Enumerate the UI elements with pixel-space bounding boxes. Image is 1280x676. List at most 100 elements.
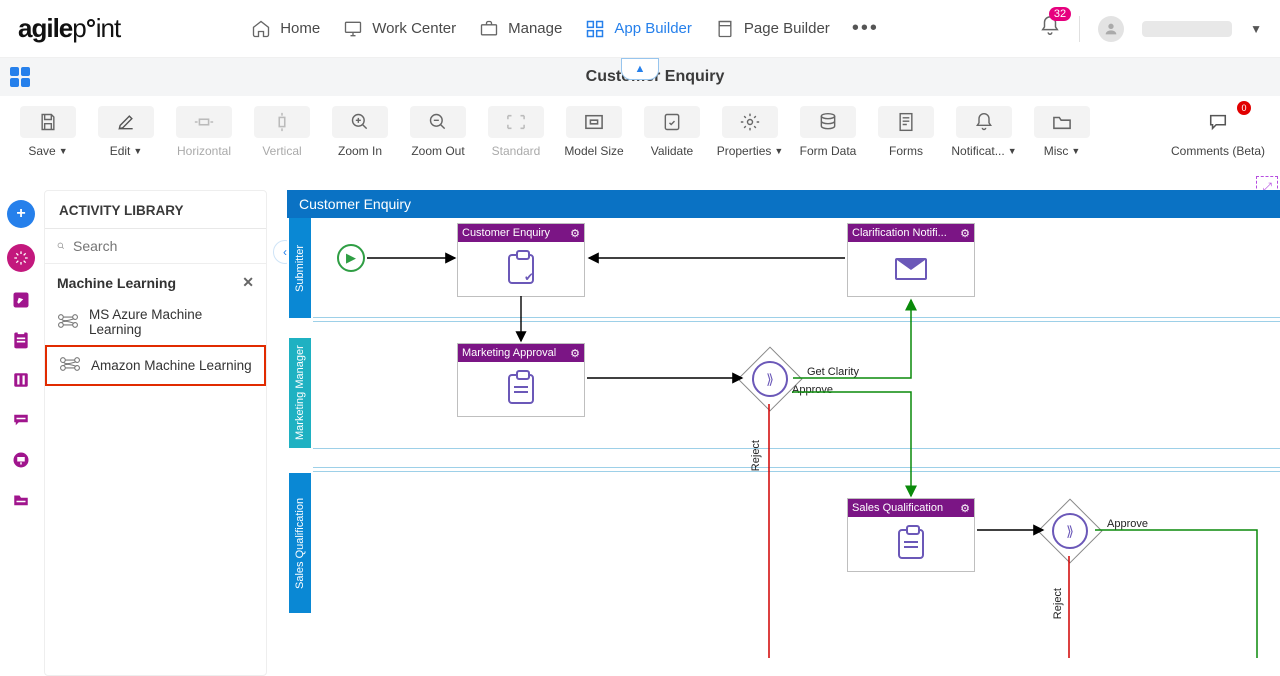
chevron-down-icon: ▼ [59,146,68,156]
swimlane-marketing[interactable]: Marketing Manager [289,338,311,448]
database-icon [818,112,838,132]
process-title-bar: Customer Enquiry [287,190,1280,218]
chevron-down-icon: ▼ [1071,146,1080,156]
gear-icon[interactable]: ⚙ [570,227,580,240]
logo-dot-icon [87,19,95,27]
clipboard-lines-icon [508,374,534,404]
swimlane-sales[interactable]: Sales Qualification [289,473,311,613]
apps-grid-button[interactable] [10,67,30,87]
nav-more-button[interactable]: ••• [852,17,879,40]
misc-button[interactable]: Misc▼ [1028,106,1096,158]
gear-icon [740,112,760,132]
bell-icon [974,112,994,132]
edit-button[interactable]: Edit▼ [92,106,160,158]
nav-page-builder-label: Page Builder [744,20,830,37]
process-title: Customer Enquiry [299,196,411,212]
forms-button[interactable]: Forms [872,106,940,158]
chevron-down-icon: ▼ [133,146,142,156]
library-item-label: MS Azure Machine Learning [89,307,256,337]
model-size-button[interactable]: Model Size [560,106,628,158]
nav-work-center[interactable]: Work Center [342,19,456,39]
save-button[interactable]: Save▼ [14,106,82,158]
sparkle-icon [13,250,29,266]
nav-work-center-label: Work Center [372,20,456,37]
gateway-sales-decision[interactable]: ⟫ [1037,498,1102,563]
folder-icon [1051,113,1073,131]
task-clarification-notification[interactable]: Clarification Notifi... ⚙ [847,223,975,297]
notifications-badge: 32 [1049,7,1071,21]
activity-search[interactable] [45,229,266,264]
library-group-header: Machine Learning ✕ [45,264,266,299]
edge-label-reject2: Reject [1052,588,1064,619]
horizontal-button[interactable]: Horizontal [170,106,238,158]
edge-label-approve: Approve [792,384,833,396]
nav-app-builder-label: App Builder [614,20,692,37]
form-icon [897,112,915,132]
activity-library-panel: ACTIVITY LIBRARY Machine Learning ✕ MS A… [44,190,267,676]
task-customer-enquiry[interactable]: Customer Enquiry ⚙ ✔ [457,223,585,297]
zoom-out-icon [428,112,448,132]
task-title: Customer Enquiry [462,227,550,239]
chevron-down-icon: ▼ [1008,146,1017,156]
align-vertical-icon [275,111,289,133]
nav-manage[interactable]: Manage [478,19,562,39]
chat-icon [1207,112,1229,132]
envelope-icon [895,258,927,280]
logo: agilepint [18,13,120,44]
rail-selected-item[interactable] [7,244,35,272]
vertical-button[interactable]: Vertical [248,106,316,158]
activity-search-input[interactable] [73,238,254,254]
notifications-tool-button[interactable]: Notificat...▼ [950,106,1018,158]
gateway-marketing-decision[interactable]: ⟫ [737,346,802,411]
task-marketing-approval[interactable]: Marketing Approval ⚙ [457,343,585,417]
standard-button[interactable]: Standard [482,106,550,158]
properties-button[interactable]: Properties▼ [716,106,784,158]
align-horizontal-icon [193,115,215,129]
collapse-toolbar-button[interactable]: ▲ [621,58,659,80]
add-activity-button[interactable]: + [7,200,35,228]
swimlane-submitter[interactable]: Submitter [289,218,311,318]
rail-chat-button[interactable] [9,408,33,432]
xor-icon: ⟫ [766,371,774,388]
nav-page-builder[interactable]: Page Builder [714,19,830,39]
library-item-label: Amazon Machine Learning [91,358,252,373]
task-title: Clarification Notifi... [852,227,947,239]
nav-app-builder[interactable]: App Builder [584,19,692,39]
nav-home[interactable]: Home [250,19,320,39]
fit-standard-icon [505,113,527,131]
task-sales-qualification[interactable]: Sales Qualification⚙ [847,498,975,572]
zoom-out-button[interactable]: Zoom Out [404,106,472,158]
zoom-in-icon [350,112,370,132]
user-name-placeholder [1142,21,1232,37]
rail-edit-button[interactable] [9,288,33,312]
rail-columns-button[interactable] [9,368,33,392]
library-item-amazon-ml[interactable]: Amazon Machine Learning [45,345,266,386]
process-canvas[interactable]: ‹ ⤢ Customer Enquiry Submitter Marketing… [287,190,1280,676]
comments-button[interactable]: 0 Comments (Beta) [1170,106,1266,158]
validate-button[interactable]: Validate [638,106,706,158]
start-event[interactable]: ▶ [337,244,365,272]
library-item-azure-ml[interactable]: MS Azure Machine Learning [45,299,266,345]
edge-label-get-clarity: Get Clarity [807,366,859,378]
chevron-down-icon: ▼ [774,146,783,156]
user-menu-chevron-icon[interactable]: ▼ [1250,22,1262,36]
notifications-button[interactable]: 32 [1039,15,1061,42]
ml-icon [59,355,81,376]
top-nav: agilepint Home Work Center Manage App Bu… [0,0,1280,58]
folder-icon [12,492,30,508]
form-data-button[interactable]: Form Data [794,106,862,158]
task-title: Marketing Approval [462,347,556,359]
zoom-in-button[interactable]: Zoom In [326,106,394,158]
validate-icon [662,112,682,132]
rail-folder-button[interactable] [9,488,33,512]
gear-icon[interactable]: ⚙ [570,347,580,360]
user-avatar[interactable] [1098,16,1124,42]
close-group-button[interactable]: ✕ [242,274,254,291]
rail-monitor-button[interactable] [9,448,33,472]
rail-clipboard-button[interactable] [9,328,33,352]
clipboard-check-icon: ✔ [508,254,534,284]
gear-icon[interactable]: ⚙ [960,502,970,515]
gear-icon[interactable]: ⚙ [960,227,970,240]
pencil-square-icon [12,291,30,309]
toolbar: Save▼ Edit▼ Horizontal Vertical Zoom In … [0,96,1280,166]
